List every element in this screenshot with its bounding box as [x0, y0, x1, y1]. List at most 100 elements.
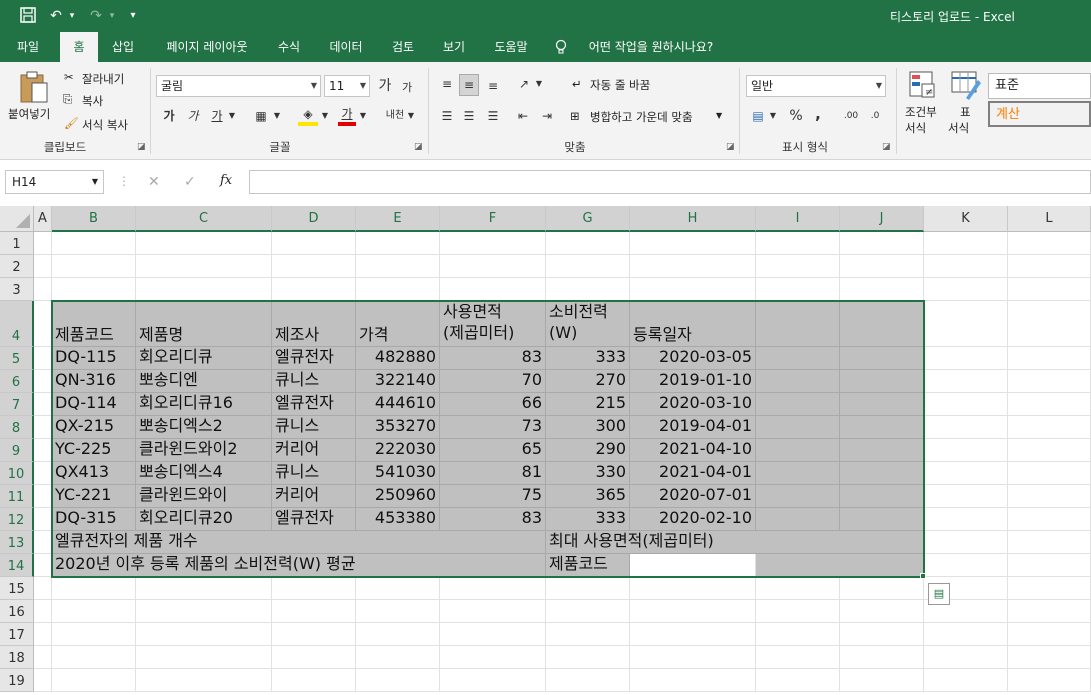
cell-empty[interactable]	[136, 600, 272, 623]
cell-product-name[interactable]: 뽀송디엑스4	[136, 462, 272, 485]
wrap-text-icon[interactable]: ↵	[572, 77, 582, 91]
percent-button[interactable]: %	[786, 106, 806, 126]
cell-power[interactable]: 300	[546, 416, 630, 439]
cell-empty[interactable]	[924, 301, 1008, 347]
cell-empty[interactable]	[34, 577, 52, 600]
tab-view[interactable]: 보기	[436, 32, 472, 62]
cell-empty[interactable]	[136, 255, 272, 278]
cell-empty[interactable]	[440, 278, 546, 301]
header-area[interactable]: 사용면적 (제곱미터)	[440, 301, 546, 347]
cell-empty[interactable]	[136, 577, 272, 600]
cell-empty[interactable]	[546, 646, 630, 669]
cell-empty[interactable]	[924, 508, 1008, 531]
align-left-icon[interactable]: ☰	[438, 106, 456, 126]
cell-product-code[interactable]: DQ-115	[52, 347, 136, 370]
cell-empty[interactable]	[1008, 232, 1091, 255]
enter-icon[interactable]: ✓	[184, 174, 196, 190]
shrink-font-button[interactable]: 가	[398, 78, 416, 98]
cell-manufacturer[interactable]: 엘큐전자	[272, 508, 356, 531]
cell-price[interactable]: 353270	[356, 416, 440, 439]
format-painter-button[interactable]: 서식 복사	[82, 117, 128, 133]
cell-product-code[interactable]: QX-215	[52, 416, 136, 439]
cell-area[interactable]: 81	[440, 462, 546, 485]
tab-review[interactable]: 검토	[382, 32, 424, 62]
cell-empty[interactable]	[756, 347, 840, 370]
comma-button[interactable]: ,	[810, 104, 826, 124]
cell-empty[interactable]	[546, 278, 630, 301]
number-format-combo[interactable]: 일반 ▼	[746, 75, 886, 97]
cell-empty[interactable]	[136, 623, 272, 646]
cell-empty[interactable]	[34, 255, 52, 278]
cell-empty[interactable]	[52, 600, 136, 623]
cell-reg-date[interactable]: 2021-04-10	[630, 439, 756, 462]
align-top-icon[interactable]: ≡	[438, 74, 456, 94]
cell-empty[interactable]	[356, 669, 440, 692]
cell-product-code[interactable]: DQ-114	[52, 393, 136, 416]
label-lq-product-count[interactable]: 엘큐전자의 제품 개수	[52, 531, 546, 554]
cell-empty[interactable]	[546, 232, 630, 255]
label-product-code[interactable]: 제품코드	[546, 554, 630, 577]
cell-empty[interactable]	[1008, 301, 1091, 347]
cell-empty[interactable]	[924, 255, 1008, 278]
column-header-a[interactable]: A	[34, 206, 52, 232]
cell-empty[interactable]	[34, 347, 52, 370]
bold-button[interactable]: 가	[160, 106, 178, 126]
cell-empty[interactable]	[546, 577, 630, 600]
cell-area[interactable]: 75	[440, 485, 546, 508]
chevron-down-icon[interactable]: ▼	[358, 106, 368, 126]
cell-empty[interactable]	[756, 416, 840, 439]
cell-product-name[interactable]: 회오리디큐16	[136, 393, 272, 416]
cell-empty[interactable]	[440, 577, 546, 600]
cell-price[interactable]: 322140	[356, 370, 440, 393]
cell-empty[interactable]	[272, 646, 356, 669]
tab-insert[interactable]: 삽입	[104, 32, 142, 62]
cell-empty[interactable]	[136, 669, 272, 692]
copy-icon[interactable]: ⎘	[63, 92, 72, 107]
cell-empty[interactable]	[756, 462, 840, 485]
tab-help[interactable]: 도움말	[484, 32, 538, 62]
worksheet-grid[interactable]: ABCDEFGHIJKL 1 2 3 4 5 6 7 8 9 10 11 12 13 14 15 16 17 18…	[0, 206, 1091, 695]
cell-empty[interactable]	[1008, 554, 1091, 577]
row-header-15[interactable]: 15	[0, 577, 34, 600]
cell-empty[interactable]	[924, 623, 1008, 646]
row-header-13[interactable]: 13	[0, 531, 34, 554]
cell-empty[interactable]	[924, 232, 1008, 255]
cell-area[interactable]: 66	[440, 393, 546, 416]
format-as-table-button[interactable]: 표	[960, 104, 971, 120]
cell-reg-date[interactable]: 2020-03-10	[630, 393, 756, 416]
cell-empty[interactable]	[840, 623, 924, 646]
name-box[interactable]: H14 ▼	[5, 170, 104, 194]
merge-center-button[interactable]: 병합하고 가운데 맞춤	[590, 109, 693, 125]
row-header-17[interactable]: 17	[0, 623, 34, 646]
italic-button[interactable]: 가	[184, 106, 202, 126]
cell-empty[interactable]	[546, 255, 630, 278]
cell-empty[interactable]	[34, 301, 52, 347]
cell-manufacturer[interactable]: 큐니스	[272, 416, 356, 439]
cell-empty[interactable]	[34, 623, 52, 646]
header-reg-date[interactable]: 등록일자	[630, 301, 756, 347]
clipboard-launcher-icon[interactable]: ◪	[137, 142, 146, 152]
row-header-1[interactable]: 1	[0, 232, 34, 255]
cell-empty[interactable]	[924, 439, 1008, 462]
label-max-area[interactable]: 최대 사용면적(제곱미터)	[546, 531, 924, 554]
cell-empty[interactable]	[924, 278, 1008, 301]
cell-power[interactable]: 215	[546, 393, 630, 416]
cell-empty[interactable]	[756, 301, 840, 347]
cell-empty[interactable]	[1008, 278, 1091, 301]
cell-empty[interactable]	[924, 554, 1008, 577]
cell-product-name[interactable]: 뽀송디엑스2	[136, 416, 272, 439]
cell-empty[interactable]	[34, 508, 52, 531]
cell-empty[interactable]	[756, 508, 840, 531]
insert-function-icon[interactable]: fx	[220, 173, 232, 188]
cell-empty[interactable]	[34, 416, 52, 439]
cell-empty[interactable]	[1008, 531, 1091, 554]
cell-empty[interactable]	[840, 416, 924, 439]
row-header-18[interactable]: 18	[0, 646, 34, 669]
cell-empty[interactable]	[356, 232, 440, 255]
customize-quick-access-icon[interactable]: ▾	[126, 7, 140, 25]
decrease-indent-icon[interactable]: ⇤	[514, 106, 532, 126]
cell-power[interactable]: 330	[546, 462, 630, 485]
header-manufacturer[interactable]: 제조사	[272, 301, 356, 347]
cell-empty[interactable]	[272, 232, 356, 255]
cell-empty[interactable]	[272, 577, 356, 600]
